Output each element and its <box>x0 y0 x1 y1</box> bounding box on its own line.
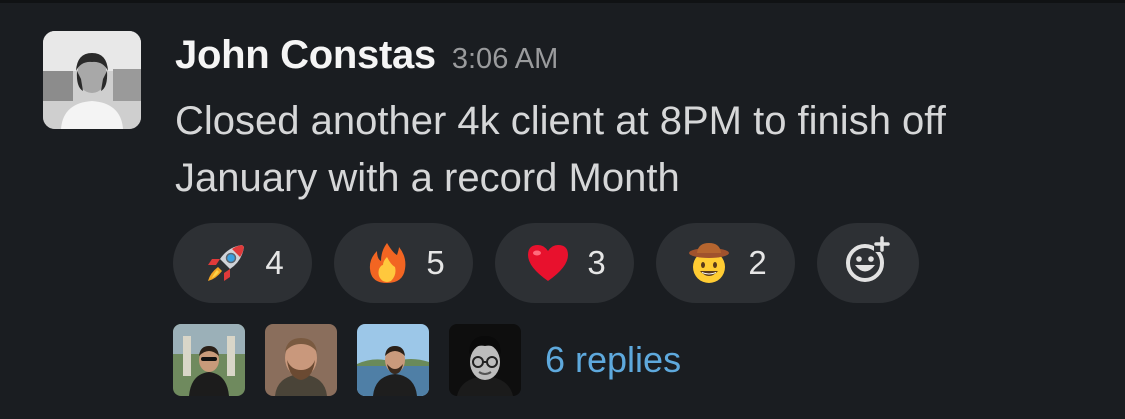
message-text: Closed another 4k client at 8PM to finis… <box>175 99 946 200</box>
add-reaction-button[interactable] <box>817 223 919 303</box>
reaction-count: 4 <box>265 244 284 281</box>
sender-name[interactable]: John Constas <box>175 33 436 78</box>
reaction-fire[interactable]: 5 <box>334 223 473 303</box>
avatar-photo-icon <box>43 31 141 129</box>
participant-avatar[interactable] <box>173 324 245 396</box>
participant-avatar[interactable] <box>265 324 337 396</box>
participant-photo-icon <box>449 324 521 396</box>
reaction-heart[interactable]: 3 <box>495 223 634 303</box>
participant-photo-icon <box>265 324 337 396</box>
red-heart-icon <box>523 238 573 288</box>
reaction-count: 2 <box>748 244 767 281</box>
reaction-cowboy[interactable]: 2 <box>656 223 795 303</box>
cowboy-hat-face-icon <box>684 238 734 288</box>
thread-replies-link[interactable]: 6 replies <box>545 339 681 381</box>
participant-photo-icon <box>173 324 245 396</box>
reaction-count: 3 <box>587 244 606 281</box>
message-timestamp[interactable]: 3:06 AM <box>452 43 558 76</box>
message-container: John Constas 3:06 AM Closed another 4k c… <box>0 0 1125 419</box>
reaction-rocket[interactable]: 4 <box>173 223 312 303</box>
message-header: John Constas 3:06 AM <box>175 33 558 89</box>
thread-footer: 6 replies <box>173 324 681 396</box>
participant-avatar[interactable] <box>357 324 429 396</box>
participant-photo-icon <box>357 324 429 396</box>
fire-icon <box>362 238 412 288</box>
participant-avatar[interactable] <box>449 324 521 396</box>
add-reaction-icon <box>841 234 895 293</box>
rocket-icon <box>201 238 251 288</box>
sender-avatar[interactable] <box>43 31 141 129</box>
reactions-bar: 4 5 3 2 <box>173 223 919 303</box>
reaction-count: 5 <box>426 244 445 281</box>
